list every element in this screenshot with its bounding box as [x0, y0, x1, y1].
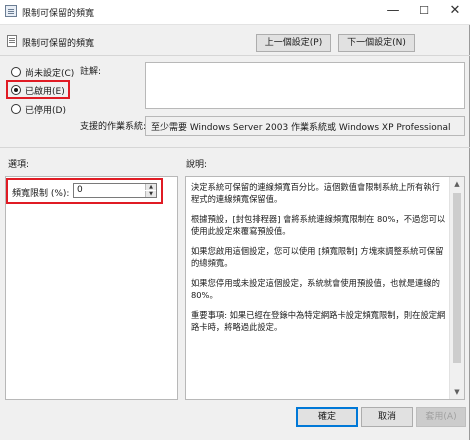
scroll-up-icon[interactable]: ▲ [450, 177, 464, 191]
minimize-button[interactable]: — [378, 0, 408, 24]
help-text: 決定系統可保留的連線頻寬百分比。這個數值會限制系統上所有執行程式的連線頻寬保留值… [191, 181, 447, 341]
help-paragraph: 決定系統可保留的連線頻寬百分比。這個數值會限制系統上所有執行程式的連線頻寬保留值… [191, 182, 440, 204]
scroll-down-icon[interactable]: ▼ [450, 385, 464, 399]
policy-icon [5, 5, 17, 17]
header-divider [0, 55, 470, 56]
help-scrollbar[interactable]: ▲ ▼ [449, 177, 464, 399]
previous-setting-button[interactable]: 上一個設定(P) [256, 34, 331, 52]
highlight-enabled [6, 80, 70, 99]
ok-button[interactable]: 確定 [296, 407, 358, 427]
radio-not-configured[interactable]: 尚未設定(C) [11, 65, 141, 79]
help-panel: 決定系統可保留的連線頻寬百分比。這個數值會限制系統上所有執行程式的連線頻寬保留值… [185, 176, 465, 400]
close-button[interactable]: ✕ [440, 0, 470, 24]
radio-circle [11, 104, 21, 114]
supported-on-value: 至少需要 Windows Server 2003 作業系統或 Windows X… [145, 116, 465, 136]
title-bar: 限制可保留的頻寬 — ☐ ✕ [0, 0, 470, 25]
policy-name: 限制可保留的頻寬 [22, 39, 95, 49]
setting-icon [7, 35, 17, 47]
help-paragraph: 如果您啟用這個設定，您可以使用 [頻寬限制] 方塊來調整系統可保留的總頻寬。 [191, 246, 444, 268]
comment-field[interactable] [145, 62, 465, 109]
radio-label: 已停用(D) [25, 106, 66, 116]
apply-button[interactable]: 套用(A) [416, 407, 466, 427]
help-paragraph: 如果您停用或未設定這個設定，系統就會使用預設值，也就是連線的 80%。 [191, 278, 440, 300]
maximize-button[interactable]: ☐ [409, 0, 439, 24]
supported-on-label: 支援的作業系統: [80, 122, 147, 132]
cancel-button[interactable]: 取消 [361, 407, 413, 427]
radio-circle [11, 67, 21, 77]
help-paragraph: 重要事項: 如果已經在登錄中為特定網路卡設定頻寬限制，則在設定網路卡時，將略過此… [191, 310, 446, 332]
scroll-thumb[interactable] [453, 193, 461, 363]
section-divider [0, 147, 470, 148]
options-panel [5, 176, 178, 400]
radio-disabled[interactable]: 已停用(D) [11, 102, 141, 116]
help-label: 說明: [186, 160, 208, 170]
policy-setting-window: 限制可保留的頻寬 — ☐ ✕ 限制可保留的頻寬 上一個設定(P) 下一個設定(N… [0, 0, 470, 440]
highlight-options [6, 178, 163, 204]
next-setting-button[interactable]: 下一個設定(N) [338, 34, 415, 52]
comment-label: 註解: [80, 67, 102, 77]
window-title: 限制可保留的頻寬 [22, 9, 95, 19]
radio-label: 尚未設定(C) [25, 69, 75, 79]
help-paragraph: 根據預設，[封包排程器] 會將系統連線頻寬限制在 80%，不過您可以使用此設定來… [191, 214, 446, 236]
options-label: 選項: [8, 160, 30, 170]
